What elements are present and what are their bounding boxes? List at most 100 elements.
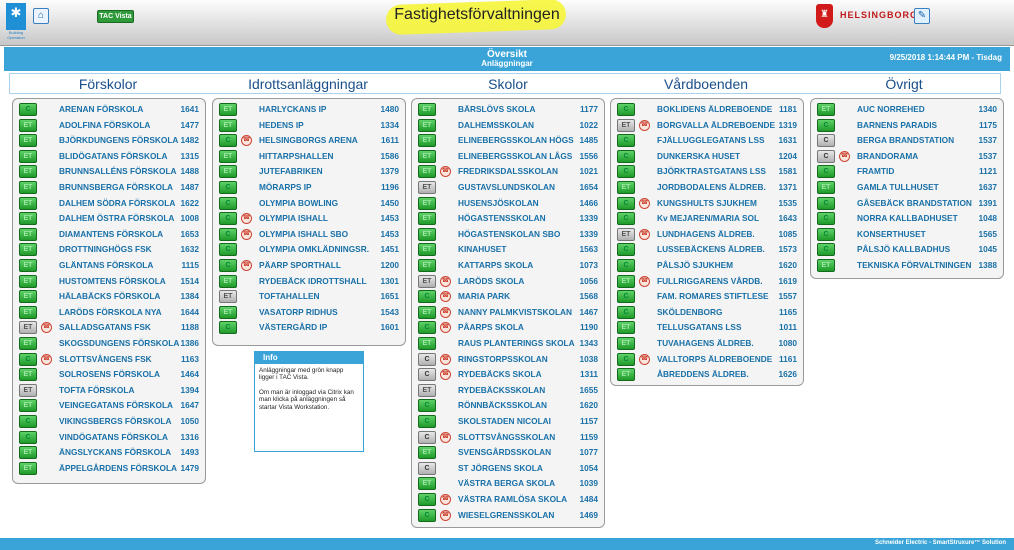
facility-button[interactable]: C	[817, 227, 835, 241]
facility-button[interactable]: C	[617, 305, 635, 319]
facility-name[interactable]: RÖNNBÄCKSSKOLAN	[458, 400, 547, 410]
facility-button[interactable]: C	[418, 493, 436, 506]
facility-row[interactable]: ET ÄPPELGÅRDENS FÖRSKOLA 1479	[13, 461, 205, 477]
facility-row[interactable]: ET VEINGEGATANS FÖRSKOLA 1647	[13, 398, 205, 414]
facility-name[interactable]: SVENSGÅRDSSKOLAN	[458, 447, 551, 457]
facility-row[interactable]: ET SKOGSDUNGENS FÖRSKOLA 1386	[13, 336, 205, 352]
facility-button[interactable]: C	[19, 103, 37, 116]
facility-button[interactable]: C	[617, 134, 635, 148]
facility-name[interactable]: ÄNGSLYCKANS FÖRSKOLA	[59, 447, 171, 457]
facility-button[interactable]: ET	[617, 227, 635, 241]
facility-button[interactable]: C	[219, 243, 237, 257]
facility-row[interactable]: ET ☎ FREDRIKSDALSSKOLAN 1021	[412, 164, 604, 180]
facility-name[interactable]: HITTARPSHALLEN	[259, 151, 334, 161]
facility-button[interactable]: ET	[617, 368, 635, 382]
facility-row[interactable]: ET KINAHUSET 1563	[412, 242, 604, 258]
facility-row[interactable]: C ☎ RINGSTORPSSKOLAN 1038	[412, 352, 604, 368]
facility-row[interactable]: ET TUVAHAGENS ÄLDREB. 1080	[611, 336, 803, 352]
facility-row[interactable]: C KONSERTHUSET 1565	[811, 227, 1003, 243]
facility-button[interactable]: C	[418, 368, 436, 382]
facility-name[interactable]: DROTTNINGHÖGS FSK	[59, 244, 152, 254]
facility-name[interactable]: SOLROSENS FÖRSKOLA	[59, 369, 160, 379]
facility-row[interactable]: ET AUC NORREHED 1340	[811, 102, 1003, 118]
facility-row[interactable]: C PÅLSJÖ KALLBADHUS 1045	[811, 242, 1003, 258]
facility-row[interactable]: C ☎ VÄSTRA RAMLÖSA SKOLA 1484	[412, 492, 604, 508]
facility-name[interactable]: BRUNNSALLÉNS FÖRSKOLA	[59, 166, 177, 176]
facility-button[interactable]: ET	[19, 196, 37, 210]
facility-button[interactable]: ET	[418, 149, 436, 163]
facility-button[interactable]: ET	[418, 383, 436, 397]
facility-row[interactable]: ET HEDENS IP 1334	[213, 118, 405, 134]
facility-row[interactable]: ET DALHEM SÖDRA FÖRSKOLA 1622	[13, 196, 205, 212]
facility-name[interactable]: RINGSTORPSSKOLAN	[458, 354, 548, 364]
alarm-icon[interactable]: ☎	[41, 322, 52, 334]
facility-name[interactable]: JORDBODALENS ÄLDREB.	[657, 182, 766, 192]
facility-name[interactable]: HÖGASTENSSKOLAN	[458, 213, 546, 223]
facility-button[interactable]: C	[817, 165, 835, 179]
facility-button[interactable]: ET	[219, 290, 237, 304]
facility-row[interactable]: ET HUSENSJÖSKOLAN 1466	[412, 196, 604, 212]
facility-button[interactable]: ET	[418, 196, 436, 210]
facility-name[interactable]: ÅBREDDENS ÄLDREB.	[657, 369, 749, 379]
alarm-icon[interactable]: ☎	[440, 291, 451, 303]
facility-button[interactable]: ET	[19, 212, 37, 226]
facility-button[interactable]: C	[617, 290, 635, 304]
facility-row[interactable]: ET HITTARPSHALLEN 1586	[213, 149, 405, 165]
facility-button[interactable]: ET	[19, 165, 37, 179]
facility-row[interactable]: ET DALHEM ÖSTRA FÖRSKOLA 1008	[13, 211, 205, 227]
facility-row[interactable]: C ☎ PÄARP SPORTHALL 1200	[213, 258, 405, 274]
facility-name[interactable]: LUSSEBÄCKENS ÄLDREB.	[657, 244, 765, 254]
facility-name[interactable]: WIESELGRENSSKOLAN	[458, 510, 554, 520]
facility-name[interactable]: JUTEFABRIKEN	[259, 166, 323, 176]
facility-name[interactable]: FJÄLLUGGLEGATANS LSS	[657, 135, 765, 145]
facility-row[interactable]: ET TOFTAHALLEN 1651	[213, 289, 405, 305]
facility-name[interactable]: OLYMPIA OMKLÄDNINGSR.	[259, 244, 369, 254]
facility-row[interactable]: C Kv MEJAREN/MARIA SOL 1643	[611, 211, 803, 227]
facility-name[interactable]: KINAHUSET	[458, 244, 506, 254]
facility-row[interactable]: C SKÖLDENBORG 1165	[611, 305, 803, 321]
facility-row[interactable]: ET ELINEBERGSSKOLAN LÅGS 1556	[412, 149, 604, 165]
alarm-icon[interactable]: ☎	[41, 353, 52, 365]
facility-name[interactable]: GLÄNTANS FÖRSKOLA	[59, 260, 153, 270]
facility-button[interactable]: C	[19, 430, 37, 444]
facility-row[interactable]: C ☎ SLOTTSVÅNGENS FSK 1163	[13, 352, 205, 368]
facility-name[interactable]: HUSTOMTENS FÖRSKOLA	[59, 276, 166, 286]
alarm-icon[interactable]: ☎	[639, 197, 650, 209]
facility-button[interactable]: ET	[418, 305, 436, 319]
facility-row[interactable]: C DUNKERSKA HUSET 1204	[611, 149, 803, 165]
facility-name[interactable]: BARNENS PARADIS	[857, 120, 937, 130]
facility-button[interactable]: C	[617, 196, 635, 210]
facility-button[interactable]: ET	[418, 243, 436, 257]
facility-name[interactable]: DALHEM SÖDRA FÖRSKOLA	[59, 198, 175, 208]
facility-row[interactable]: ET DROTTNINGHÖGS FSK 1632	[13, 242, 205, 258]
facility-button[interactable]: ET	[418, 134, 436, 148]
facility-row[interactable]: C ☎ WIESELGRENSSKOLAN 1469	[412, 508, 604, 524]
facility-button[interactable]: C	[219, 227, 237, 241]
facility-button[interactable]: ET	[817, 181, 835, 194]
facility-row[interactable]: C ☎ KUNGSHULTS SJUKHEM 1535	[611, 196, 803, 212]
facility-name[interactable]: LARÖDS SKOLA	[458, 276, 524, 286]
facility-row[interactable]: ET VÄSTRA BERGA SKOLA 1039	[412, 476, 604, 492]
facility-name[interactable]: HARLYCKANS IP	[259, 104, 326, 114]
facility-button[interactable]: C	[817, 243, 835, 257]
facility-row[interactable]: ET GLÄNTANS FÖRSKOLA 1115	[13, 258, 205, 274]
facility-name[interactable]: SLOTTSVÅNGSSKOLAN	[458, 432, 555, 442]
facility-row[interactable]: C NORRA KALLBADHUSET 1048	[811, 211, 1003, 227]
facility-row[interactable]: ET DIAMANTENS FÖRSKOLA 1653	[13, 227, 205, 243]
facility-name[interactable]: ELINEBERGSSKOLAN HÖGS	[458, 135, 574, 145]
facility-button[interactable]: ET	[219, 118, 237, 132]
alarm-icon[interactable]: ☎	[440, 509, 451, 521]
facility-name[interactable]: KONSERTHUSET	[857, 229, 926, 239]
facility-button[interactable]: C	[817, 212, 835, 226]
alarm-icon[interactable]: ☎	[440, 431, 451, 443]
facility-button[interactable]: C	[219, 212, 237, 226]
facility-name[interactable]: BOKLIDENS ÄLDREBOENDE	[657, 104, 772, 114]
facility-name[interactable]: BERGA BRANDSTATION	[857, 135, 954, 145]
facility-button[interactable]: C	[418, 321, 436, 335]
facility-button[interactable]: ET	[19, 290, 37, 304]
facility-row[interactable]: ET HUSTOMTENS FÖRSKOLA 1514	[13, 274, 205, 290]
facility-button[interactable]: ET	[418, 337, 436, 350]
facility-row[interactable]: ET BÄRSLÖVS SKOLA 1177	[412, 102, 604, 118]
alarm-icon[interactable]: ☎	[440, 306, 451, 318]
facility-name[interactable]: HÄLABÄCKS FÖRSKOLA	[59, 291, 160, 301]
